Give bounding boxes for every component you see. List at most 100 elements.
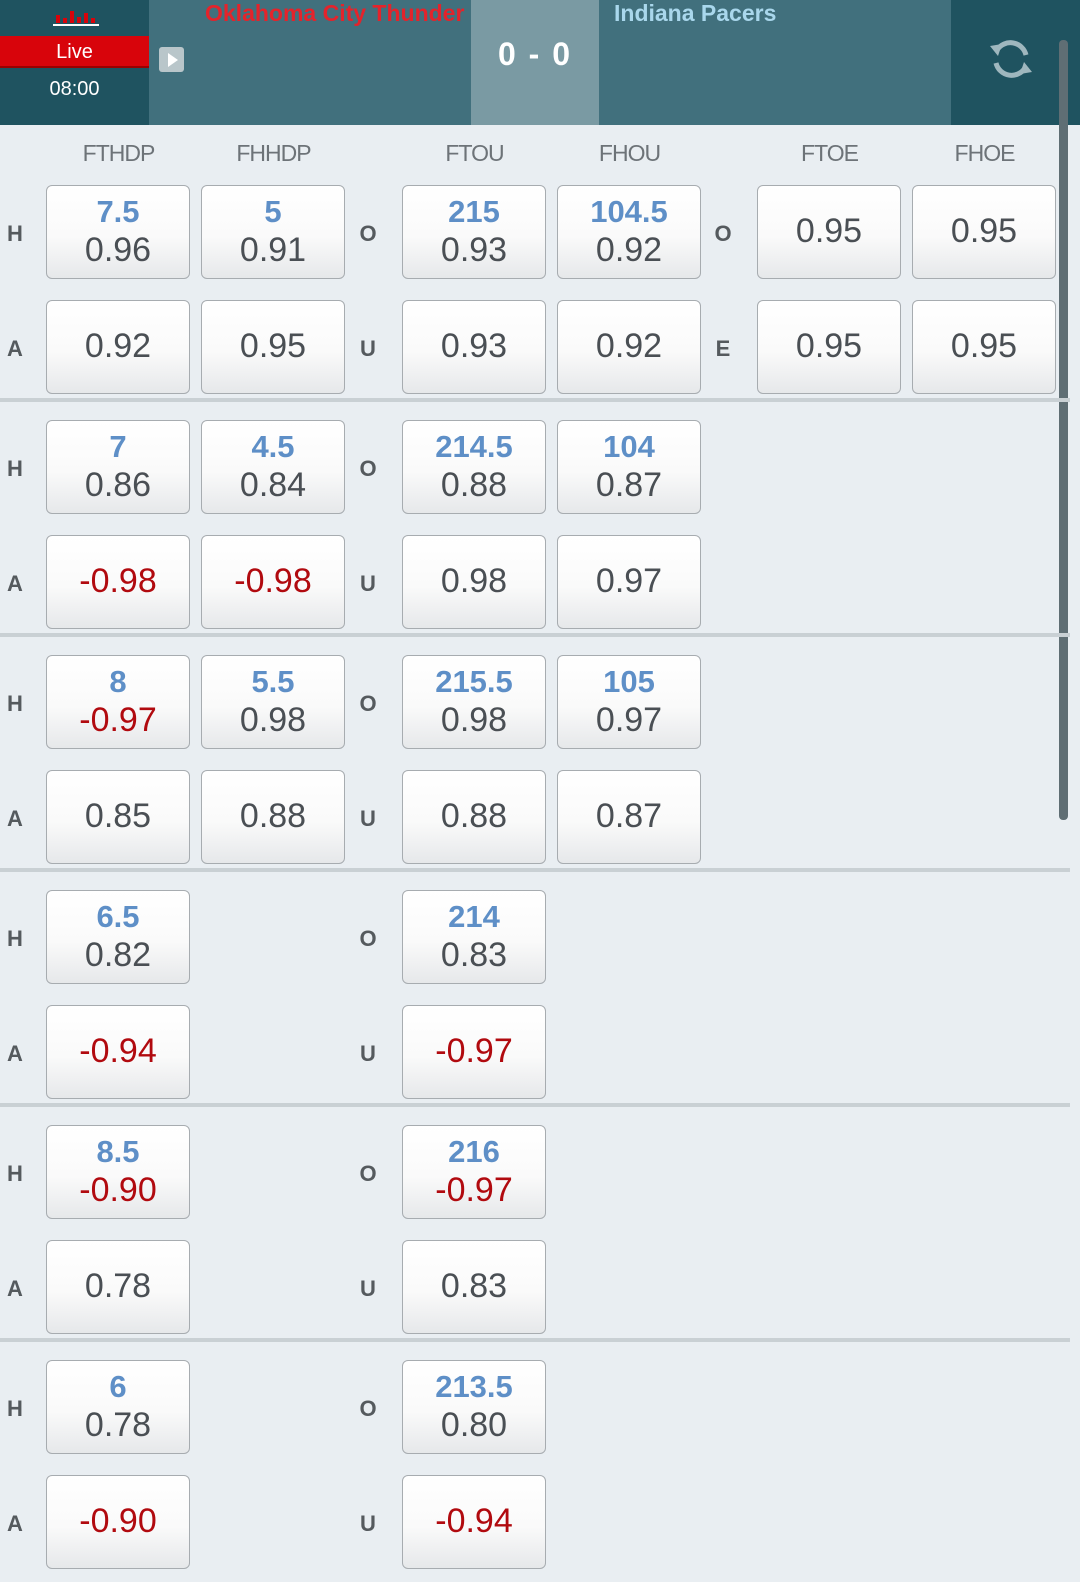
odds-button-fhou[interactable]: 104.5 0.92: [557, 185, 701, 279]
odds-button-ftoe[interactable]: 0.95: [757, 185, 901, 279]
odds-value: 0.88: [239, 797, 307, 835]
odds-button-ftoe[interactable]: 0.95: [757, 300, 901, 394]
handicap-line: 7.5: [96, 194, 140, 229]
odds-value: -0.98: [234, 562, 312, 600]
odds-value: 0.88: [440, 466, 508, 504]
handicap-line: 6: [109, 1369, 127, 1404]
odds-button-fthdp[interactable]: 0.85: [46, 770, 190, 864]
odds-button-fhoe[interactable]: 0.95: [912, 185, 1056, 279]
odds-button-fthdp[interactable]: 0.92: [46, 300, 190, 394]
oe-side-label: E: [715, 336, 731, 361]
oe-side-label: O: [714, 221, 732, 246]
ou-side-label: U: [360, 571, 376, 596]
handicap-line: 213.5: [435, 1369, 513, 1404]
odds-button-ftou[interactable]: 213.5 0.80: [402, 1360, 546, 1454]
ou-side-label: O: [359, 221, 377, 246]
odds-button-ftou[interactable]: 0.98: [402, 535, 546, 629]
odds-button-fhhdp[interactable]: 4.5 0.84: [201, 420, 345, 514]
odds-value: 0.85: [84, 797, 152, 835]
handicap-line: 104: [603, 429, 655, 464]
odds-button-fthdp[interactable]: 7.5 0.96: [46, 185, 190, 279]
odds-value: 0.78: [84, 1267, 152, 1305]
odds-value: 0.86: [84, 466, 152, 504]
ou-side-label: U: [360, 1276, 376, 1301]
odds-button-fhhdp[interactable]: -0.98: [201, 535, 345, 629]
odds-button-fhhdp[interactable]: 0.88: [201, 770, 345, 864]
odds-button-fthdp[interactable]: 0.78: [46, 1240, 190, 1334]
col-header-ftoe: FTOE: [801, 140, 859, 166]
home-team-name: Oklahoma City Thunder: [205, 0, 465, 26]
odds-value: 0.95: [239, 327, 307, 365]
side-label: A: [7, 1041, 23, 1066]
odds-button-fhhdp[interactable]: 0.95: [201, 300, 345, 394]
odds-button-fthdp[interactable]: -0.94: [46, 1005, 190, 1099]
match-header: Live 08:00 Oklahoma City Thunder 0 - 0 I…: [0, 0, 1080, 125]
odds-value: -0.97: [79, 701, 157, 739]
odds-button-ftou[interactable]: -0.94: [402, 1475, 546, 1569]
odds-value: 0.83: [440, 936, 508, 974]
ou-side-label: O: [359, 1396, 377, 1421]
play-icon[interactable]: [159, 47, 184, 72]
odds-button-fthdp[interactable]: 8.5 -0.90: [46, 1125, 190, 1219]
odds-button-fhou[interactable]: 0.87: [557, 770, 701, 864]
vertical-scrollbar[interactable]: [1059, 40, 1068, 820]
odds-button-ftou[interactable]: -0.97: [402, 1005, 546, 1099]
handicap-line: 6.5: [96, 899, 140, 934]
odds-button-fhhdp[interactable]: 5 0.91: [201, 185, 345, 279]
ou-side-label: U: [360, 1511, 376, 1536]
odds-value: 0.93: [440, 231, 508, 269]
ou-side-label: O: [359, 1161, 377, 1186]
odds-value: 0.97: [595, 562, 663, 600]
odds-button-fhhdp[interactable]: 5.5 0.98: [201, 655, 345, 749]
odds-button-ftou[interactable]: 0.88: [402, 770, 546, 864]
col-header-fhhdp: FHHDP: [236, 140, 311, 166]
ou-side-label: O: [359, 456, 377, 481]
ou-side-label: U: [360, 336, 376, 361]
odds-button-fthdp[interactable]: -0.90: [46, 1475, 190, 1569]
odds-button-fthdp[interactable]: 6.5 0.82: [46, 890, 190, 984]
handicap-line: 4.5: [251, 429, 295, 464]
odds-value: 0.98: [440, 562, 508, 600]
handicap-line: 104.5: [590, 194, 668, 229]
odds-button-fhou[interactable]: 105 0.97: [557, 655, 701, 749]
handicap-line: 5: [264, 194, 282, 229]
odds-button-ftou[interactable]: 0.93: [402, 300, 546, 394]
odds-button-fhou[interactable]: 0.97: [557, 535, 701, 629]
odds-button-fthdp[interactable]: 8 -0.97: [46, 655, 190, 749]
odds-button-ftou[interactable]: 214.5 0.88: [402, 420, 546, 514]
handicap-line: 215: [448, 194, 500, 229]
odds-button-ftou[interactable]: 216 -0.97: [402, 1125, 546, 1219]
odds-button-fthdp[interactable]: 7 0.86: [46, 420, 190, 514]
odds-value: 0.92: [595, 327, 663, 365]
block-divider: [0, 1338, 1070, 1342]
handicap-line: 214.5: [435, 429, 513, 464]
odds-button-fhou[interactable]: 0.92: [557, 300, 701, 394]
live-badge: Live: [0, 36, 149, 68]
odds-button-ftou[interactable]: 215.5 0.98: [402, 655, 546, 749]
odds-button-fhoe[interactable]: 0.95: [912, 300, 1056, 394]
side-label: H: [7, 1396, 23, 1421]
odds-button-ftou[interactable]: 215 0.93: [402, 185, 546, 279]
odds-value: 0.98: [239, 701, 307, 739]
col-header-fhou: FHOU: [598, 140, 661, 166]
col-header-ftou: FTOU: [445, 140, 504, 166]
game-clock: 08:00: [49, 78, 100, 100]
odds-value: 0.78: [84, 1406, 152, 1444]
odds-value: 0.92: [595, 231, 663, 269]
odds-button-ftou[interactable]: 214 0.83: [402, 890, 546, 984]
odds-value: 0.91: [239, 231, 307, 269]
odds-button-ftou[interactable]: 0.83: [402, 1240, 546, 1334]
col-header-fhoe: FHOE: [954, 140, 1016, 166]
odds-button-fhou[interactable]: 104 0.87: [557, 420, 701, 514]
block-divider: [0, 633, 1070, 637]
refresh-icon[interactable]: [988, 38, 1034, 80]
handicap-line: 8.5: [96, 1134, 140, 1169]
odds-value: 0.95: [795, 212, 863, 250]
block-divider: [0, 398, 1070, 402]
odds-button-fthdp[interactable]: 6 0.78: [46, 1360, 190, 1454]
handicap-line: 215.5: [435, 664, 513, 699]
handicap-line: 105: [603, 664, 655, 699]
bar-chart-icon[interactable]: [52, 6, 102, 28]
odds-button-fthdp[interactable]: -0.98: [46, 535, 190, 629]
odds-value: -0.90: [79, 1502, 157, 1540]
